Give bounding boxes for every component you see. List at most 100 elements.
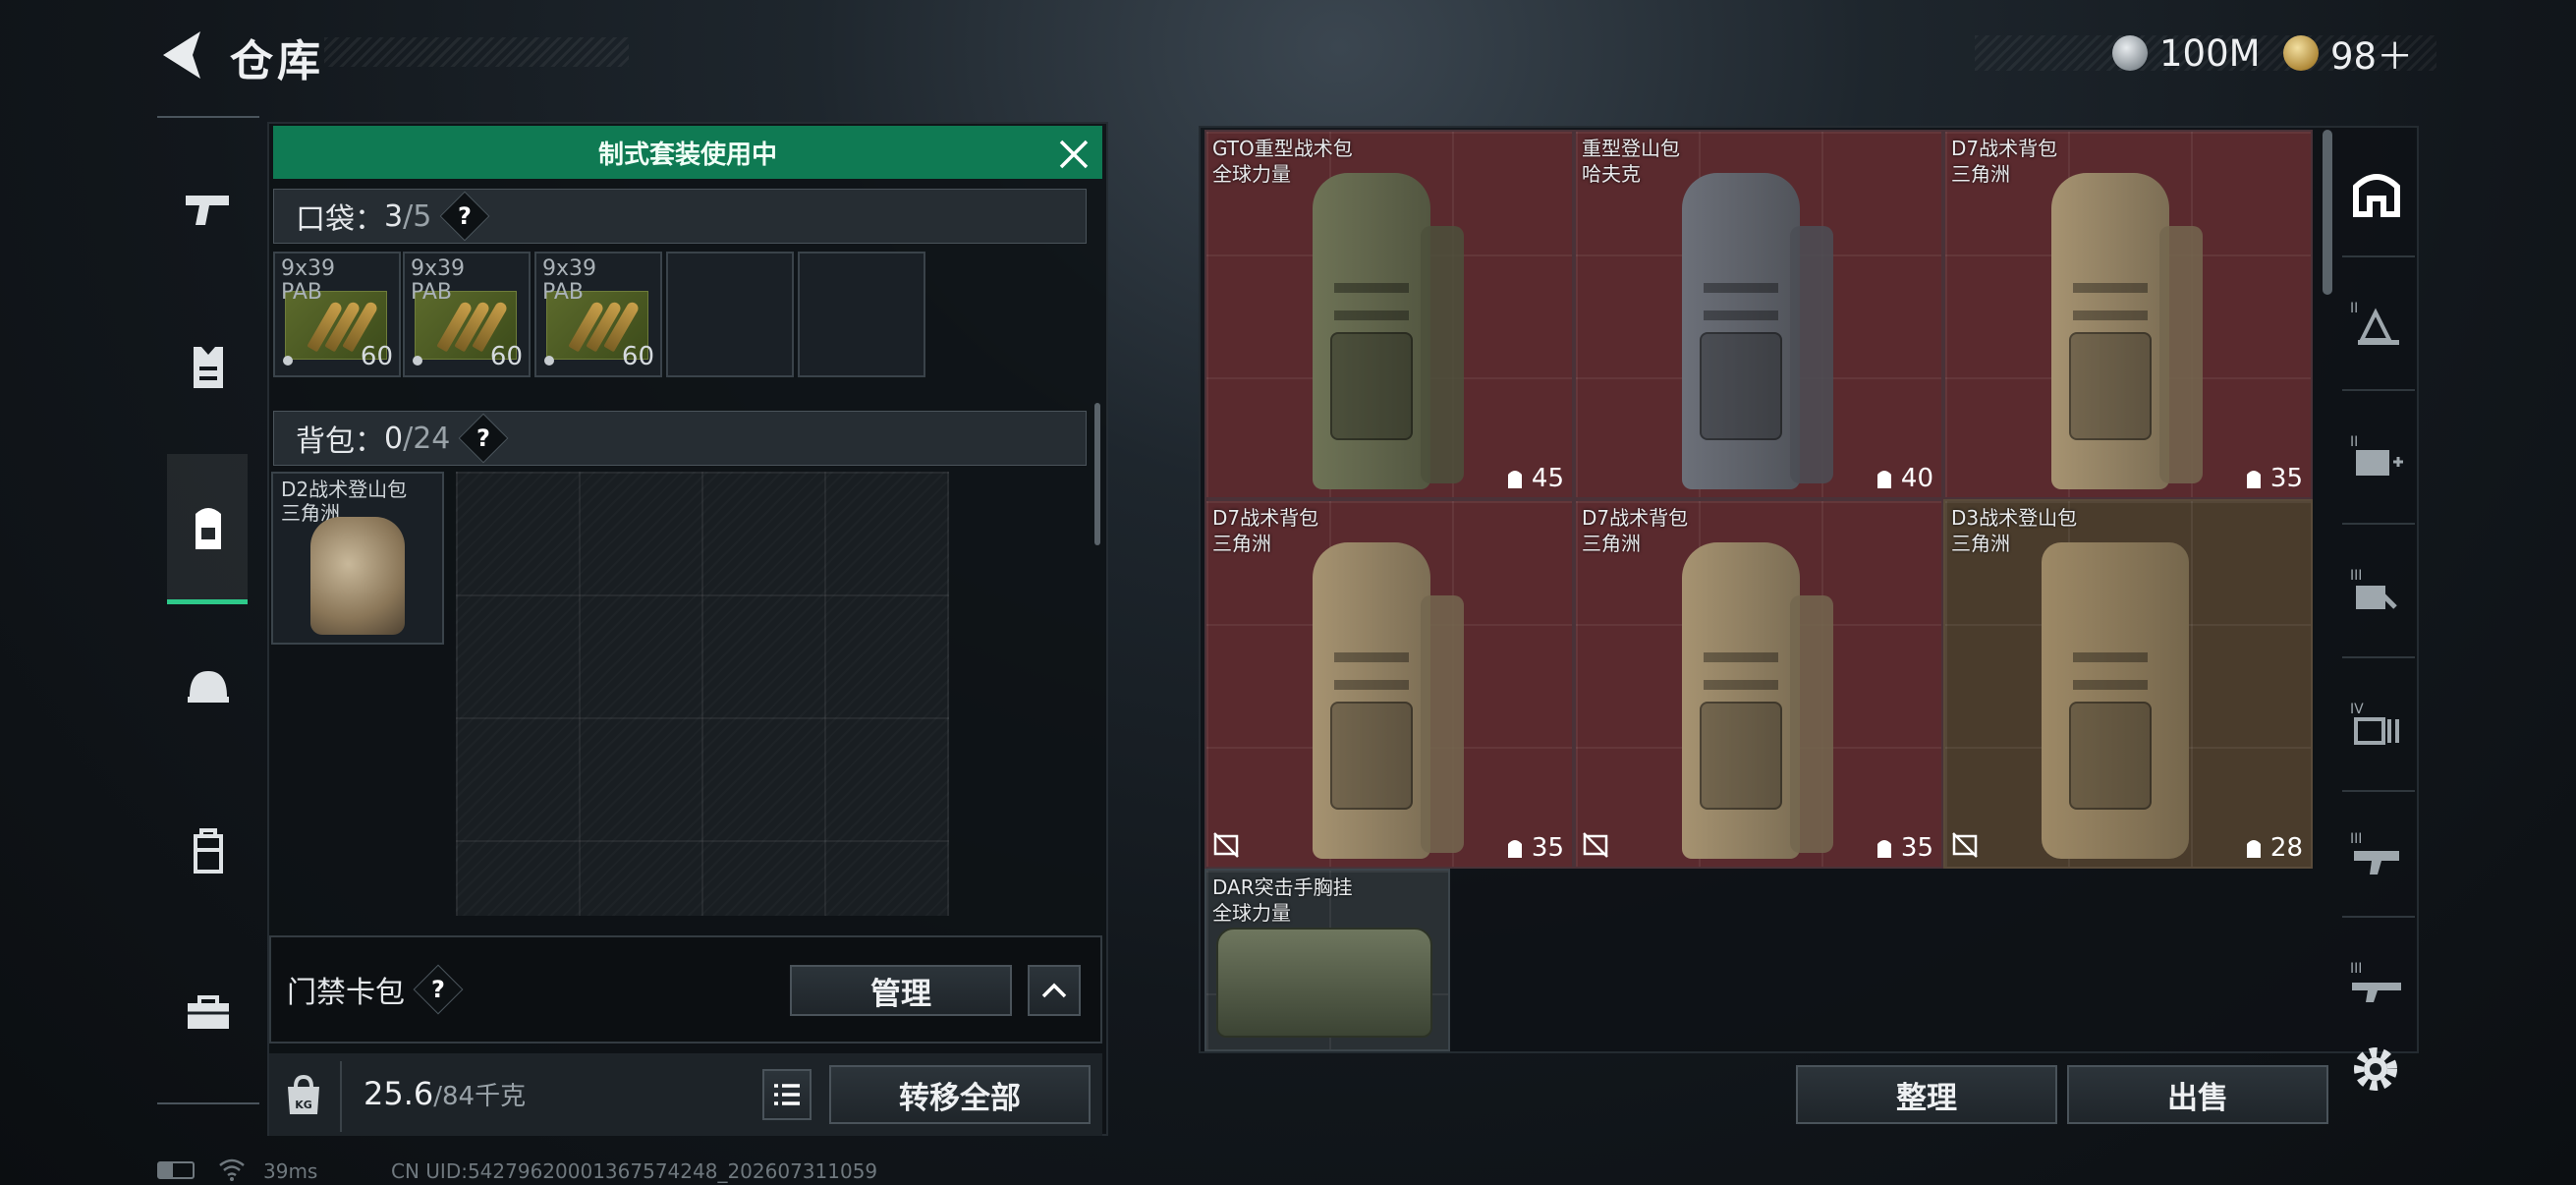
- weight-max: /84千克: [433, 1082, 527, 1111]
- ammo-type: PAB: [281, 280, 323, 305]
- no-insure-icon: [1583, 832, 1608, 858]
- item-faction: 三角洲: [1582, 532, 1641, 555]
- item-name: D7战术背包: [1212, 506, 1319, 530]
- backpack-grid[interactable]: [456, 472, 949, 916]
- help-icon[interactable]: ?: [439, 191, 490, 242]
- storage-item[interactable]: D7战术背包 三角洲 35: [1574, 499, 1943, 869]
- tier-III-gear-icon[interactable]: III: [2348, 562, 2405, 619]
- close-icon[interactable]: [1055, 136, 1092, 173]
- item-faction: 全球力量: [1212, 162, 1291, 186]
- pockets-label: 口袋：: [296, 202, 384, 237]
- equipped-backpack-slot[interactable]: D2战术登山包 三角洲: [271, 472, 444, 645]
- settings-icon[interactable]: [2348, 1042, 2403, 1097]
- list-button[interactable]: [762, 1069, 812, 1120]
- ammo-count: 60: [489, 342, 523, 371]
- item-capacity: 28: [2269, 833, 2303, 863]
- home-icon[interactable]: [2348, 165, 2405, 222]
- pistol-icon[interactable]: [169, 169, 248, 248]
- left-category-nav: [157, 116, 259, 1104]
- ammo-count: 60: [360, 342, 393, 371]
- ping-text: 39ms: [263, 1159, 318, 1183]
- tier-III-weapon-icon[interactable]: III: [2348, 825, 2405, 882]
- storage-item[interactable]: DAR突击手胸挂 全球力量: [1204, 869, 1450, 1051]
- case-icon[interactable]: [169, 814, 248, 892]
- pocket-slot[interactable]: 9x39 PAB 60: [534, 252, 662, 377]
- item-name: GTO重型战术包: [1212, 137, 1353, 160]
- ammo-caliber: 9x39: [281, 256, 336, 281]
- tier-IV-ammo-icon[interactable]: IV: [2348, 696, 2405, 753]
- collapse-button[interactable]: [1028, 965, 1081, 1016]
- ammo-count: 60: [621, 342, 654, 371]
- capacity-icon: [2246, 840, 2261, 858]
- backpack-icon[interactable]: [169, 489, 248, 568]
- pockets-used: 3: [384, 198, 404, 234]
- svg-text:III: III: [2350, 831, 2362, 847]
- storage-item[interactable]: D7战术背包 三角洲 35: [1943, 130, 2313, 499]
- no-insure-icon: [1952, 832, 1978, 858]
- sell-button[interactable]: 出售: [2067, 1065, 2328, 1124]
- gold-amount: 98＋: [2330, 35, 2414, 78]
- backpack-image: [1313, 155, 1470, 493]
- keycard-label: 门禁卡包: [287, 976, 405, 1010]
- kit-banner-text: 制式套装使用中: [597, 140, 777, 170]
- svg-text:II: II: [2350, 301, 2358, 316]
- item-capacity: 35: [1531, 833, 1564, 863]
- tier-III-rifle-icon[interactable]: III: [2348, 955, 2405, 1012]
- tier-II-medkit-icon[interactable]: II: [2348, 428, 2405, 485]
- wifi-icon: [219, 1158, 245, 1181]
- ammo-type: PAB: [542, 280, 585, 305]
- kit-in-use-banner: 制式套装使用中: [273, 126, 1102, 179]
- backpack-image: [310, 517, 405, 635]
- gold-currency[interactable]: 98＋: [2283, 26, 2413, 81]
- title-decoration: [324, 37, 629, 67]
- tier-II-armor-icon[interactable]: II: [2348, 295, 2405, 352]
- item-name: DAR突击手胸挂: [1212, 875, 1353, 899]
- uid-text: CN UID:5427962000136757424​8_20260731105…: [391, 1159, 878, 1183]
- storage-item[interactable]: D3战术登山包 三角洲 28: [1943, 499, 2313, 869]
- manage-button[interactable]: 管理: [790, 965, 1012, 1016]
- item-name: D7战术背包: [1951, 137, 2058, 160]
- capacity-icon: [2246, 471, 2261, 488]
- no-insure-icon: [1213, 832, 1239, 858]
- item-capacity: 35: [2269, 464, 2303, 493]
- left-scrollbar[interactable]: [1094, 403, 1100, 545]
- svg-text:II: II: [2350, 434, 2358, 450]
- storage-item[interactable]: GTO重型战术包 全球力量 45: [1204, 130, 1574, 499]
- equipped-backpack-name: D2战术登山包: [281, 478, 408, 501]
- svg-text:KG: KG: [295, 1099, 312, 1111]
- organize-button[interactable]: 整理: [1796, 1065, 2057, 1124]
- chevron-up-icon: [1041, 983, 1067, 998]
- silver-currency[interactable]: 100M: [2112, 26, 2261, 81]
- backpack-image: [1313, 525, 1470, 863]
- status-dot: [413, 356, 422, 366]
- item-capacity: 35: [1900, 833, 1933, 863]
- help-icon[interactable]: ?: [413, 964, 464, 1015]
- weight-readout: 25.6/84千克: [364, 1075, 526, 1112]
- backpack-image: [2051, 155, 2209, 493]
- item-capacity: 40: [1900, 464, 1933, 493]
- storage-item[interactable]: D7战术背包 三角洲 35: [1204, 499, 1574, 869]
- storage-scrollbar[interactable]: [2323, 130, 2332, 295]
- chest-rig-image: [1216, 928, 1432, 1038]
- silver-amount: 100M: [2159, 31, 2261, 75]
- capacity-badge: 35: [1504, 833, 1564, 863]
- svg-text:IV: IV: [2350, 702, 2364, 717]
- battery-icon: [157, 1161, 195, 1179]
- toolbox-icon[interactable]: [169, 973, 248, 1051]
- help-icon[interactable]: ?: [458, 413, 509, 464]
- ammo-caliber: 9x39: [542, 256, 597, 281]
- pocket-slot[interactable]: 9x39 PAB 60: [403, 252, 531, 377]
- empty-pocket-slot[interactable]: [666, 252, 794, 377]
- backpack-header: 背包： 0 /24 ?: [273, 411, 1087, 466]
- storage-item[interactable]: 重型登山包 哈夫克 40: [1574, 130, 1943, 499]
- item-faction: 三角洲: [1951, 532, 2010, 555]
- item-name: 重型登山包: [1582, 137, 1680, 160]
- empty-pocket-slot[interactable]: [798, 252, 925, 377]
- back-arrow-icon[interactable]: [157, 28, 206, 83]
- backpack-label: 背包：: [296, 424, 384, 459]
- pocket-slot[interactable]: 9x39 PAB 60: [273, 252, 401, 377]
- helmet-icon[interactable]: [169, 649, 248, 727]
- vest-icon[interactable]: [169, 328, 248, 407]
- transfer-all-button[interactable]: 转移全部: [829, 1065, 1091, 1124]
- item-faction: 三角洲: [1212, 532, 1271, 555]
